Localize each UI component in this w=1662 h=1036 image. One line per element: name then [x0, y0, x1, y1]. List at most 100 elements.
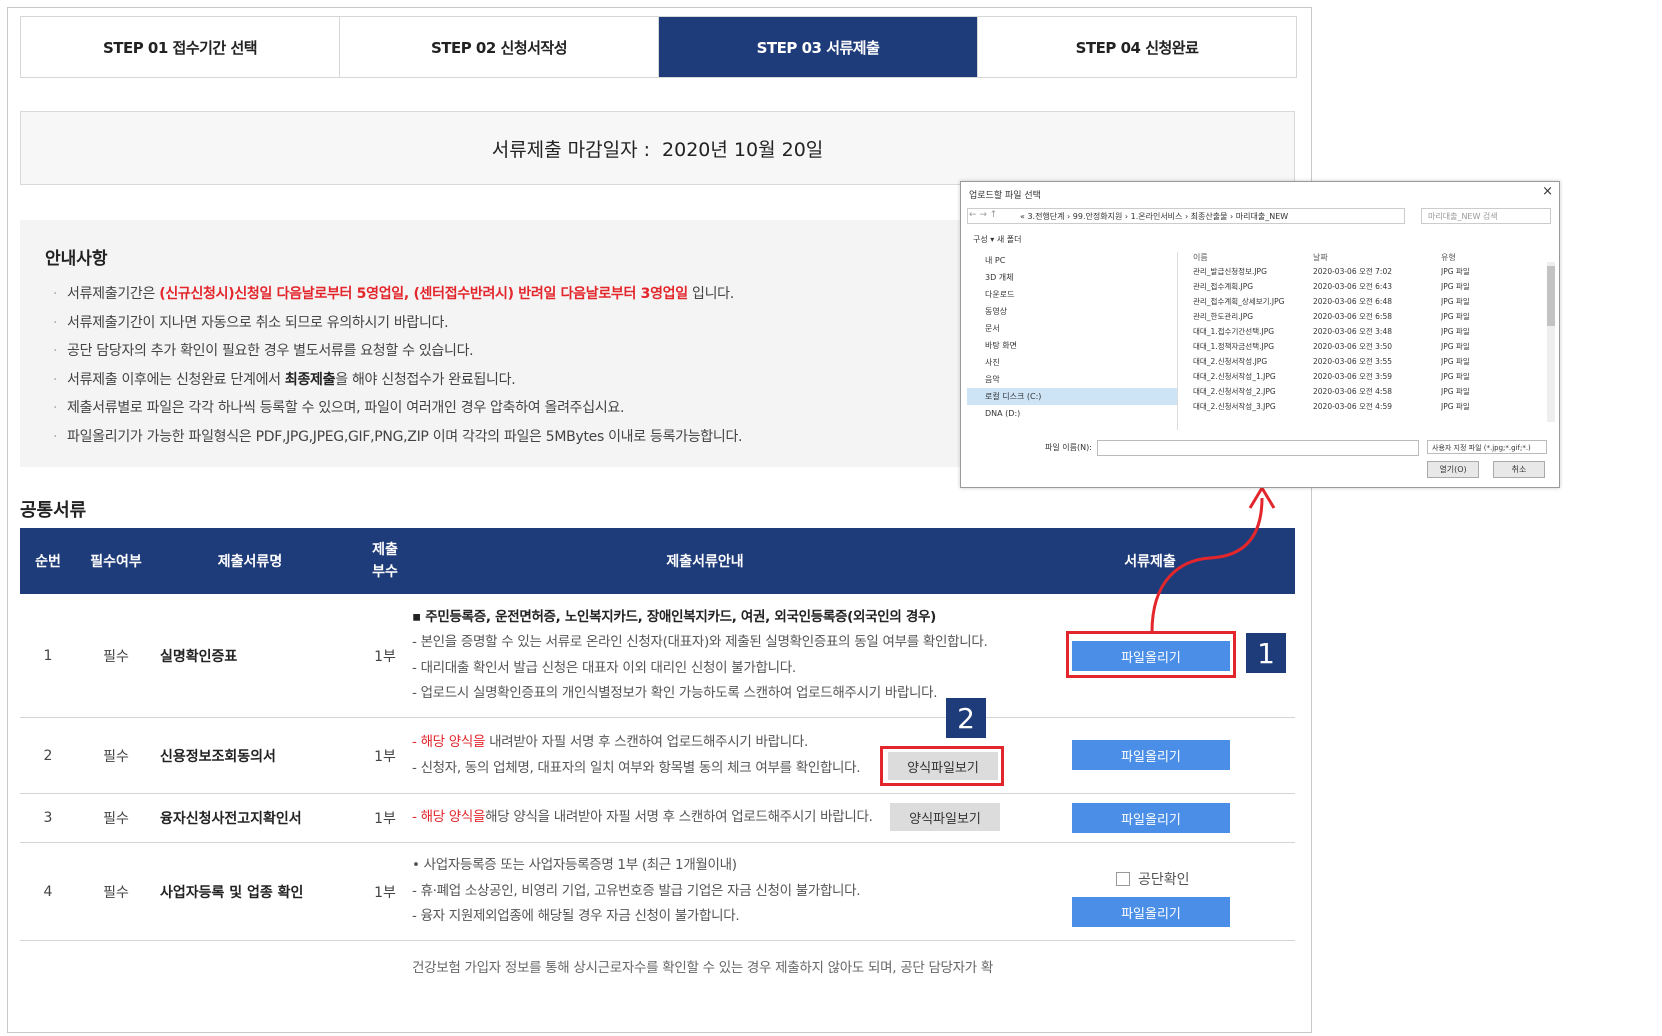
header-guide: 제출서류안내 [666, 554, 744, 570]
address-bar[interactable]: « 3.전행단계 › 99.안정화지원 › 1.온라인서비스 › 최종산출물 ›… [967, 208, 1405, 224]
tree-item[interactable]: 문서 [967, 320, 1177, 337]
checkbox-box[interactable] [1116, 872, 1130, 886]
file-type: JPG 파일 [1441, 402, 1470, 411]
upload-button[interactable]: 파일올리기 [1072, 897, 1230, 927]
folder-tree: 내 PC 3D 개체 다운로드 동영상 문서 바탕 화면 사진 음악 로컬 디스… [967, 252, 1178, 430]
filename-input[interactable] [1097, 440, 1419, 456]
section-title: 공통서류 [20, 500, 87, 521]
header-count-line2: 부수 [372, 564, 398, 580]
arrow-to-dialog [1150, 485, 1276, 633]
notice-item: 서류제출기간은 (신규신청시)신청일 다음날로부터 5영업일, (센터접수반려시… [53, 280, 742, 309]
file-type: JPG 파일 [1441, 357, 1470, 366]
notice-list: 서류제출기간은 (신규신청시)신청일 다음날로부터 5영업일, (센터접수반려시… [53, 280, 743, 451]
file-type: JPG 파일 [1441, 282, 1470, 291]
open-button[interactable]: 열기(O) [1427, 461, 1479, 478]
file-row[interactable]: 관리_발급신청정보.JPG 2020-03-06 오전 7:02 JPG 파일 [1193, 266, 1549, 281]
file-date: 2020-03-06 오전 6:58 [1313, 312, 1392, 321]
file-name: 관리_발급신청정보.JPG [1193, 267, 1267, 276]
filename-label: 파일 이름(N): [1045, 443, 1092, 452]
file-name: 대대_1.접수기간선택.JPG [1193, 327, 1275, 336]
notice-text: 서류제출 이후에는 신청완료 단계에서 [67, 371, 285, 388]
guide-text: 내려받아 자필 서명 후 스캔하여 업로드해주시기 바랍니다. [485, 734, 808, 750]
row-required: 필수 [103, 648, 129, 665]
dialog-title: 업로드할 파일 선택 [969, 191, 1041, 201]
file-row[interactable]: 관리_한도관리.JPG 2020-03-06 오전 6:58 JPG 파일 [1193, 311, 1549, 326]
file-row[interactable]: 대대_1.정책자금선택.JPG 2020-03-06 오전 3:50 JPG 파일 [1193, 341, 1549, 356]
guide-line: - 본인을 증명할 수 있는 서류로 온라인 신청자(대표자)와 제출된 실명확… [412, 634, 988, 650]
search-input[interactable]: 마리대출_NEW 검색 [1421, 208, 1551, 224]
header-name: 제출서류명 [217, 554, 283, 570]
tree-item[interactable]: 음악 [967, 371, 1177, 388]
col-date[interactable]: 날짜 [1313, 252, 1441, 266]
tree-item[interactable]: 동영상 [967, 303, 1177, 320]
deadline-box: 서류제출 마감일자 : 2020년 10월 20일 [20, 111, 1295, 185]
tree-item[interactable]: 내 PC [967, 252, 1177, 269]
file-type: JPG 파일 [1441, 327, 1470, 336]
dialog-toolbar[interactable]: 구성 ▾ 새 폴더 [973, 234, 1021, 245]
guide-line: - 업로드시 실명확인증표의 개인식별정보가 확인 가능하도록 스캔하여 업로드… [412, 685, 938, 701]
file-row[interactable]: 대대_2.신청서작성.JPG 2020-03-06 오전 3:55 JPG 파일 [1193, 356, 1549, 371]
tree-item[interactable]: 3D 개체 [967, 269, 1177, 286]
step-1[interactable]: STEP 01 접수기간 선택 [21, 17, 340, 77]
step-3-active[interactable]: STEP 03 서류제출 [659, 17, 978, 77]
file-date: 2020-03-06 오전 4:59 [1313, 402, 1392, 411]
file-name: 관리_한도관리.JPG [1193, 312, 1254, 321]
notice-item: 공단 담당자의 추가 확인이 필요한 경우 별도서류를 요청할 수 있습니다. [53, 337, 742, 366]
file-row[interactable]: 대대_2.신청서작성_3.JPG 2020-03-06 오전 4:59 JPG 파일 [1193, 401, 1549, 416]
file-type: JPG 파일 [1441, 267, 1470, 276]
file-name: 대대_2.신청서작성_1.JPG [1193, 372, 1276, 381]
form-view-button[interactable]: 양식파일보기 [890, 803, 1000, 831]
close-icon[interactable]: × [1542, 184, 1553, 199]
badge-1: 1 [1246, 633, 1286, 673]
tree-item[interactable]: 사진 [967, 354, 1177, 371]
nav-arrows-icon[interactable]: ← → ↑ [969, 210, 997, 220]
checkbox-label: 공단확인 [1138, 872, 1190, 888]
tree-item-selected[interactable]: 로컬 디스크 (C:) [967, 388, 1177, 405]
upload-button[interactable]: 파일올리기 [1072, 740, 1230, 770]
file-date: 2020-03-06 오전 6:43 [1313, 282, 1392, 291]
notice-text: 입니다. [687, 286, 734, 302]
table-row: 2 필수 신용정보조회동의서 1부 - 해당 양식을 내려받아 자필 서명 후 … [20, 718, 1295, 794]
file-type: JPG 파일 [1441, 342, 1470, 351]
row-count: 1부 [374, 648, 396, 665]
file-row[interactable]: 대대_1.접수기간선택.JPG 2020-03-06 오전 3:48 JPG 파일 [1193, 326, 1549, 341]
col-type[interactable]: 유형 [1441, 252, 1521, 266]
col-name[interactable]: 이름 [1193, 252, 1313, 266]
tree-item[interactable]: DNA (D:) [967, 405, 1177, 422]
tree-item[interactable]: 바탕 화면 [967, 337, 1177, 354]
filetype-select[interactable]: 사용자 지정 파일 (*.jpg;*.gif;*.) [1427, 440, 1547, 454]
file-type: JPG 파일 [1441, 297, 1470, 306]
file-row[interactable]: 대대_2.신청서작성_1.JPG 2020-03-06 오전 3:59 JPG 파일 [1193, 371, 1549, 386]
step-4[interactable]: STEP 04 신청완료 [978, 17, 1296, 77]
file-name: 대대_2.신청서작성.JPG [1193, 357, 1268, 366]
file-name: 관리_접수계획_상세보기.JPG [1193, 297, 1285, 306]
file-name: 대대_2.신청서작성_3.JPG [1193, 402, 1276, 411]
file-row[interactable]: 대대_2.신청서작성_2.JPG 2020-03-06 오전 4:58 JPG 파일 [1193, 386, 1549, 401]
row-name: 융자신청사전고지확인서 [160, 811, 302, 827]
guide-line: - 신청자, 동의 업체명, 대표자의 일치 여부와 항목별 동의 체크 여부를… [412, 759, 861, 776]
guide-red[interactable]: - 해당 양식을 [412, 809, 485, 825]
file-row[interactable]: 관리_접수계획_상세보기.JPG 2020-03-06 오전 6:48 JPG 파일 [1193, 296, 1549, 311]
guide-line: - 대리대출 확인서 발급 신청은 대표자 이외 대리인 신청이 불가합니다. [412, 659, 796, 676]
file-date: 2020-03-06 오전 3:50 [1313, 342, 1392, 351]
guide-text: 해당 양식을 내려받아 자필 서명 후 스캔하여 업로드해주시기 바랍니다. [485, 809, 873, 826]
scrollbar-thumb[interactable] [1547, 266, 1555, 326]
step-tabs: STEP 01 접수기간 선택 STEP 02 신청서작성 STEP 03 서류… [20, 16, 1297, 78]
highlight-form-view [880, 746, 1004, 786]
file-row[interactable]: 관리_접수계획.JPG 2020-03-06 오전 6:43 JPG 파일 [1193, 281, 1549, 296]
row-count: 1부 [374, 811, 396, 827]
table-row: 4 필수 사업자등록 및 업종 확인 1부 • 사업자등록증 또는 사업자등록증… [20, 843, 1295, 941]
guide-line: - 해당 양식을 내려받아 자필 서명 후 스캔하여 업로드해주시기 바랍니다. [412, 730, 860, 756]
header-count: 제출 부수 [350, 528, 420, 594]
guide-line: - 융자 지원제외업종에 해당될 경우 자금 신청이 불가합니다. [412, 908, 740, 925]
cancel-button[interactable]: 취소 [1493, 461, 1545, 478]
step-2[interactable]: STEP 02 신청서작성 [340, 17, 659, 77]
guide-red[interactable]: - 해당 양식을 [412, 734, 485, 750]
table-header: 순번 필수여부 제출서류명 제출 부수 제출서류안내 서류제출 [20, 528, 1295, 594]
upload-button[interactable]: 파일올리기 [1072, 803, 1230, 833]
header-no: 순번 [35, 554, 61, 570]
tree-item[interactable]: 다운로드 [967, 286, 1177, 303]
row-no: 3 [43, 810, 53, 826]
row-no: 4 [43, 883, 53, 900]
agency-confirm-checkbox[interactable]: 공단확인 [1116, 869, 1190, 889]
